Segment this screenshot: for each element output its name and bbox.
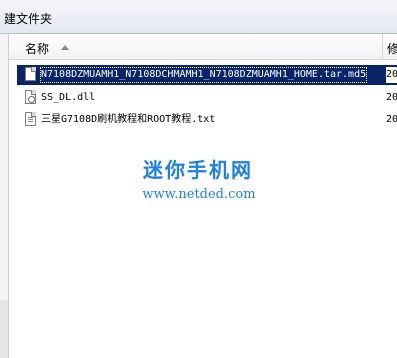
- file-date: 20: [386, 114, 397, 125]
- txt-file-icon: [25, 112, 36, 126]
- sort-ascending-icon: [61, 45, 69, 50]
- toolbar: 建文件夹: [0, 0, 397, 34]
- column-header: 名称 修: [9, 34, 397, 60]
- file-row[interactable]: SS_DL.dll 20: [17, 88, 397, 108]
- column-name-label: 名称: [25, 42, 50, 56]
- file-name: N7108DZMUAMH1_N7108DCHMAMH1_N7108DZMUAMH…: [40, 67, 368, 83]
- watermark-url: www.netded.com: [142, 187, 256, 202]
- file-date: 20: [386, 67, 397, 83]
- column-modified-label: 修: [387, 42, 397, 56]
- watermark-title: 迷你手机网: [143, 158, 253, 182]
- file-name: SS_DL.dll: [41, 92, 96, 103]
- file-date: 20: [386, 92, 397, 103]
- file-row[interactable]: N7108DZMUAMH1_N7108DCHMAMH1_N7108DZMUAMH…: [17, 65, 397, 85]
- file-row[interactable]: 三星G7108D刷机教程和ROOT教程.txt 20: [17, 110, 397, 130]
- column-header-modified[interactable]: 修: [384, 34, 397, 59]
- new-folder-button[interactable]: 建文件夹: [0, 10, 56, 28]
- dll-file-icon: [25, 90, 36, 104]
- file-icon: [25, 67, 36, 81]
- navigation-pane[interactable]: [0, 34, 9, 358]
- file-name: 三星G7108D刷机教程和ROOT教程.txt: [41, 114, 216, 125]
- navigation-pane-scroll-area: [0, 300, 8, 358]
- column-header-name[interactable]: 名称: [15, 34, 383, 59]
